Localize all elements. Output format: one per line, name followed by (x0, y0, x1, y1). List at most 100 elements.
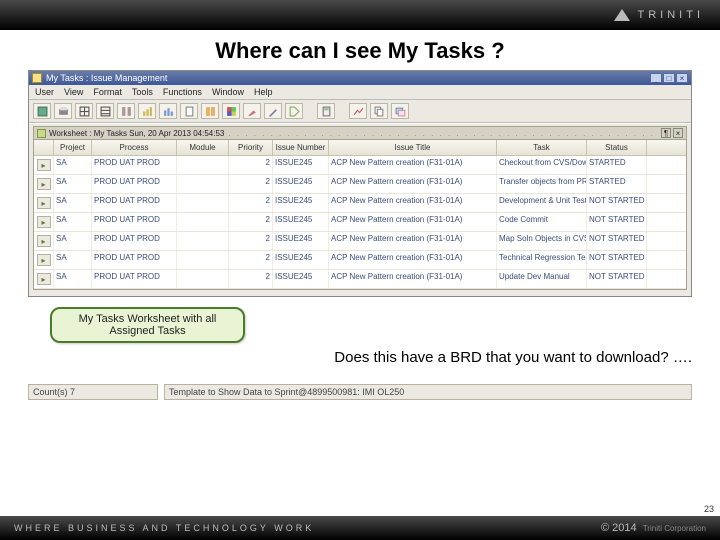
cell-priority: 2 (229, 213, 273, 231)
cell-issue-number: ISSUE245 (273, 213, 329, 231)
slide-title: Where can I see My Tasks ? (0, 38, 720, 64)
table-row[interactable]: ▸SAPROD UAT PROD2ISSUE245ACP New Pattern… (34, 194, 686, 213)
tool-calc-icon[interactable] (317, 103, 335, 119)
cell-status: NOT STARTED (587, 251, 647, 269)
col-issue-title[interactable]: Issue Title (329, 140, 497, 155)
cell-task: Development & Unit Test (497, 194, 587, 212)
cell-issue-title: ACP New Pattern creation (F31-01A) (329, 194, 497, 212)
col-task[interactable]: Task (497, 140, 587, 155)
tool-doc-icon[interactable] (180, 103, 198, 119)
close-ws-button[interactable]: × (673, 128, 683, 138)
tool-save-icon[interactable] (33, 103, 51, 119)
row-expand-icon[interactable]: ▸ (37, 254, 51, 266)
cell-status: NOT STARTED (587, 213, 647, 231)
cell-issue-number: ISSUE245 (273, 194, 329, 212)
row-expand-icon[interactable]: ▸ (37, 235, 51, 247)
app-window: My Tasks : Issue Management _ □ × User V… (28, 70, 692, 297)
cell-process: PROD UAT PROD (92, 251, 177, 269)
close-button[interactable]: × (676, 73, 688, 83)
tool-layers-icon[interactable] (391, 103, 409, 119)
worksheet-icon (37, 129, 46, 138)
statusbar-template: Template to Show Data to Sprint@48995009… (164, 384, 692, 400)
row-expand-icon[interactable]: ▸ (37, 216, 51, 228)
menu-view[interactable]: View (64, 87, 83, 97)
table-row[interactable]: ▸SAPROD UAT PROD2ISSUE245ACP New Pattern… (34, 270, 686, 289)
tool-brush-icon[interactable] (243, 103, 261, 119)
cell-issue-title: ACP New Pattern creation (F31-01A) (329, 232, 497, 250)
brand-topbar: TRINITI (0, 0, 720, 30)
table-row[interactable]: ▸SAPROD UAT PROD2ISSUE245ACP New Pattern… (34, 251, 686, 270)
tool-print-icon[interactable] (54, 103, 72, 119)
cell-task: Map Soln Objects in CVS (497, 232, 587, 250)
cell-status: STARTED (587, 175, 647, 193)
tool-color-icon[interactable] (222, 103, 240, 119)
cell-process: PROD UAT PROD (92, 194, 177, 212)
col-issue-number[interactable]: Issue Number (273, 140, 329, 155)
tool-grid-icon[interactable] (75, 103, 93, 119)
col-status[interactable]: Status (587, 140, 647, 155)
col-project[interactable]: Project (54, 140, 92, 155)
tool-column-icon[interactable] (117, 103, 135, 119)
toolbar (29, 100, 691, 123)
table-row[interactable]: ▸SAPROD UAT PROD2ISSUE245ACP New Pattern… (34, 213, 686, 232)
tool-chart1-icon[interactable] (138, 103, 156, 119)
menu-format[interactable]: Format (93, 87, 122, 97)
cell-priority: 2 (229, 175, 273, 193)
tool-chart3-icon[interactable] (349, 103, 367, 119)
tool-copy-icon[interactable] (370, 103, 388, 119)
cell-task: Technical Regression Testing (497, 251, 587, 269)
cell-task: Update Dev Manual (497, 270, 587, 288)
cell-issue-title: ACP New Pattern creation (F31-01A) (329, 270, 497, 288)
menu-help[interactable]: Help (254, 87, 273, 97)
pin-button[interactable]: ¶ (661, 128, 671, 138)
footer-bar: WHERE BUSINESS AND TECHNOLOGY WORK © 201… (0, 516, 720, 540)
row-expand-icon[interactable]: ▸ (37, 273, 51, 285)
tool-chart2-icon[interactable] (159, 103, 177, 119)
menu-functions[interactable]: Functions (163, 87, 202, 97)
tool-pencil-icon[interactable] (264, 103, 282, 119)
tool-split-icon[interactable] (201, 103, 219, 119)
tool-tag-icon[interactable] (285, 103, 303, 119)
menu-bar: User View Format Tools Functions Window … (29, 85, 691, 100)
menu-window[interactable]: Window (212, 87, 244, 97)
col-process[interactable]: Process (92, 140, 177, 155)
menu-tools[interactable]: Tools (132, 87, 153, 97)
cell-module (177, 270, 229, 288)
cell-issue-title: ACP New Pattern creation (F31-01A) (329, 213, 497, 231)
statusbar-count: Count(s) 7 (28, 384, 158, 400)
cell-priority: 2 (229, 194, 273, 212)
cell-process: PROD UAT PROD (92, 213, 177, 231)
row-expand-icon[interactable]: ▸ (37, 178, 51, 190)
grid-header: Project Process Module Priority Issue Nu… (34, 140, 686, 156)
cell-status: NOT STARTED (587, 232, 647, 250)
cell-process: PROD UAT PROD (92, 232, 177, 250)
menu-user[interactable]: User (35, 87, 54, 97)
window-title: My Tasks : Issue Management (46, 73, 167, 83)
footer-corp: Triniti Corporation (643, 524, 706, 533)
tool-table-icon[interactable] (96, 103, 114, 119)
row-expand-icon[interactable]: ▸ (37, 197, 51, 209)
cell-process: PROD UAT PROD (92, 270, 177, 288)
brd-question: Does this have a BRD that you want to do… (0, 349, 692, 366)
status-bar: Count(s) 7 Template to Show Data to Spri… (28, 384, 692, 400)
minimize-button[interactable]: _ (650, 73, 662, 83)
cell-process: PROD UAT PROD (92, 156, 177, 174)
maximize-button[interactable]: □ (663, 73, 675, 83)
brand-name: TRINITI (638, 9, 705, 21)
callout-box: My Tasks Worksheet with all Assigned Tas… (50, 307, 245, 343)
cell-project: SA (54, 156, 92, 174)
cell-issue-title: ACP New Pattern creation (F31-01A) (329, 156, 497, 174)
table-row[interactable]: ▸SAPROD UAT PROD2ISSUE245ACP New Pattern… (34, 232, 686, 251)
cell-status: NOT STARTED (587, 194, 647, 212)
table-row[interactable]: ▸SAPROD UAT PROD2ISSUE245ACP New Pattern… (34, 156, 686, 175)
col-module[interactable]: Module (177, 140, 229, 155)
cell-priority: 2 (229, 270, 273, 288)
triangle-logo-icon (614, 9, 630, 21)
row-expand-icon[interactable]: ▸ (37, 159, 51, 171)
cell-issue-number: ISSUE245 (273, 232, 329, 250)
page-number: 23 (704, 504, 714, 514)
footer-tagline: WHERE BUSINESS AND TECHNOLOGY WORK (14, 523, 314, 533)
col-priority[interactable]: Priority (229, 140, 273, 155)
cell-priority: 2 (229, 251, 273, 269)
table-row[interactable]: ▸SAPROD UAT PROD2ISSUE245ACP New Pattern… (34, 175, 686, 194)
